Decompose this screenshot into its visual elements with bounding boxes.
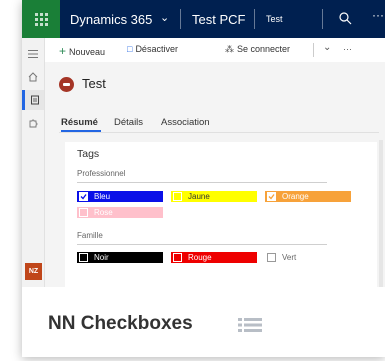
checkbox-box [173,253,182,262]
search-icon[interactable] [338,11,352,25]
checkbox-label: Noir [94,253,109,262]
divider [313,43,314,57]
tab-details[interactable]: Détails [114,117,143,128]
nav-home-button[interactable] [22,67,44,87]
checkbox-label: Rouge [188,253,212,262]
app-window: Dynamics 365 ⌄ Test PCF Test ··· NZ + No… [22,0,385,357]
home-icon [28,72,38,82]
area-name[interactable]: Test [266,14,283,24]
checkbox-jaune[interactable]: Jaune [171,191,257,202]
left-nav: NZ [22,38,45,287]
deactivate-label: Désactiver [135,44,178,54]
checkbox-label: Bleu [94,192,111,201]
app-name[interactable]: Test PCF [192,12,245,27]
user-avatar[interactable]: NZ [25,263,42,280]
puzzle-icon [29,119,38,128]
document-icon [30,95,39,105]
check-icon [80,194,87,200]
divider [180,9,181,29]
command-bar: + Nouveau □ Désactiver ⁂ Se connecter ⌄ ··· [45,38,385,63]
divider [77,182,327,183]
list-icon [238,318,262,332]
waffle-icon [34,12,48,26]
connect-button[interactable]: ⁂ Se connecter [225,44,290,55]
hamburger-icon [28,50,38,58]
record-content: Test Résumé Détails Association Tags Pro… [45,62,385,287]
checkbox-box [79,208,88,217]
connect-label: Se connecter [237,44,291,54]
plus-icon: + [59,44,67,58]
checkbox-rouge[interactable]: Rouge [171,252,257,263]
checkbox-vert[interactable]: Vert [265,252,351,263]
connect-icon: ⁂ [225,44,234,54]
checkbox-label: Jaune [188,192,210,201]
checkbox-label: Rose [94,208,113,217]
divider [254,9,255,29]
record-icon [59,77,74,92]
tags-section: Tags Professionnel Bleu Jaune Orange Ros… [65,142,377,287]
checkbox-bleu[interactable]: Bleu [77,191,163,202]
checkbox-orange[interactable]: Orange [265,191,351,202]
checkbox-rose[interactable]: Rose [77,207,163,218]
app-launcher-button[interactable] [22,0,60,38]
chevron-down-icon[interactable]: ⌄ [323,42,331,53]
section-title: Tags [77,148,100,160]
checkbox-box [267,253,276,262]
checkbox-box [173,192,182,201]
new-button[interactable]: + Nouveau [59,44,105,58]
group-label-professionnel: Professionnel [77,169,126,178]
checkbox-box [79,253,88,262]
deactivate-icon: □ [127,44,133,54]
divider [59,132,379,133]
more-commands-button[interactable]: ··· [343,44,352,54]
tab-association[interactable]: Association [161,117,210,128]
checkbox-label: Vert [282,253,297,262]
page-caption: NN Checkboxes [48,313,193,334]
brand-title[interactable]: Dynamics 365 [70,12,152,27]
more-options-button[interactable]: ··· [372,8,384,22]
checkbox-label: Orange [282,192,309,201]
divider [322,9,323,29]
nav-entity-button[interactable] [22,90,44,110]
tab-resume[interactable]: Résumé [61,117,98,128]
top-bar: Dynamics 365 ⌄ Test PCF Test ··· [22,0,385,38]
check-icon [268,194,275,200]
nav-settings-button[interactable] [22,113,44,133]
scrollbar[interactable] [379,140,383,287]
checkbox-box [79,192,88,201]
checkbox-noir[interactable]: Noir [77,252,163,263]
deactivate-button[interactable]: □ Désactiver [127,44,178,54]
record-title: Test [82,76,106,91]
chevron-down-icon[interactable]: ⌄ [160,11,169,24]
new-label: Nouveau [69,47,106,57]
nav-menu-button[interactable] [22,44,44,64]
divider [77,244,327,245]
group-label-famille: Famille [77,231,103,240]
checkbox-box [267,192,276,201]
